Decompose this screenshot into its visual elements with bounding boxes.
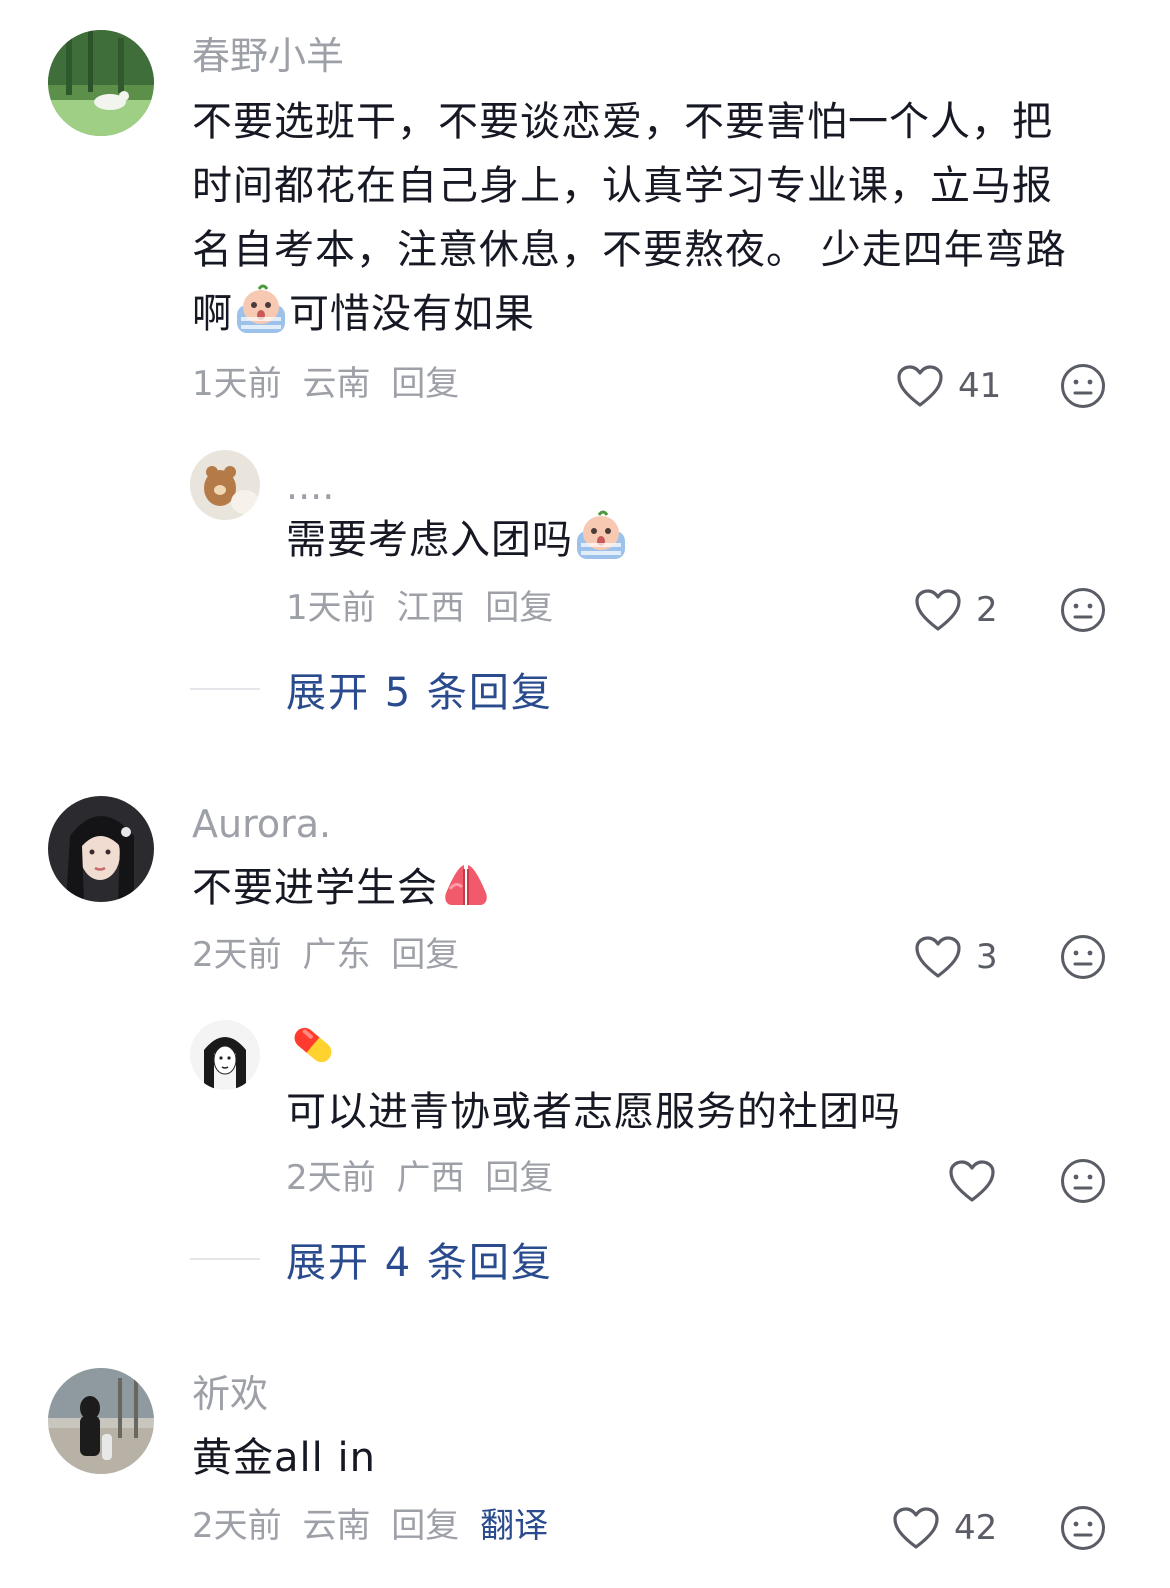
comment-time: 1天前: [286, 588, 376, 628]
comment-text-segment: 啊: [192, 291, 233, 337]
like-button[interactable]: 3: [914, 932, 998, 982]
reply-text: 需要考虑入团吗: [286, 508, 629, 580]
comment-time: 2天前: [192, 1506, 282, 1546]
like-button[interactable]: [948, 1156, 996, 1206]
like-count: 2: [976, 590, 998, 630]
comment-text-line: 名自考本，注意休息，不要熬夜。 少走四年弯路: [192, 227, 1067, 273]
heart-icon: [893, 1507, 939, 1549]
like-button[interactable]: 42: [892, 1503, 997, 1553]
reply-meta: 2天前 广西 回复: [286, 1158, 563, 1198]
reply-meta: 1天前 江西 回复: [286, 588, 563, 628]
comment-time: 2天前: [286, 1158, 376, 1198]
divider: [190, 688, 260, 690]
expand-replies-label: 展开 4 条回复: [286, 1240, 553, 1286]
like-button[interactable]: 41: [896, 361, 1001, 411]
reply-text-segment: 需要考虑入团吗: [286, 517, 573, 563]
comment-text-segment: 可惜没有如果: [289, 291, 535, 337]
like-button[interactable]: 2: [914, 585, 998, 635]
heart-icon: [915, 936, 961, 978]
avatar[interactable]: [190, 450, 260, 520]
comment-text-segment: 不要进学生会: [192, 865, 438, 911]
avatar[interactable]: [48, 30, 154, 136]
username[interactable]: ....: [286, 464, 334, 508]
comment-text-line: 不要选班干，不要谈恋爱，不要害怕一个人，把: [192, 99, 1053, 145]
expand-replies-button[interactable]: 展开 5 条回复: [190, 660, 553, 718]
comment-time: 1天前: [192, 364, 282, 404]
comment-location: 云南: [302, 364, 371, 404]
like-count: 42: [954, 1508, 998, 1548]
heart-icon: [915, 589, 961, 631]
reply-button[interactable]: 回复: [391, 1506, 459, 1546]
reply-button[interactable]: 回复: [391, 935, 459, 975]
pill-emoji: [286, 1018, 340, 1081]
neutral-face-icon[interactable]: [1060, 587, 1106, 633]
heart-icon: [897, 365, 943, 407]
username[interactable]: Aurora.: [192, 802, 331, 846]
comment-location: 广西: [396, 1158, 465, 1198]
neutral-face-icon[interactable]: [1060, 934, 1106, 980]
heart-icon: [949, 1160, 995, 1202]
username[interactable]: 春野小羊: [192, 34, 344, 78]
reply-button[interactable]: 回复: [485, 588, 553, 628]
username[interactable]: 祈欢: [192, 1372, 268, 1416]
comment-meta: 2天前 云南 回复 翻译: [192, 1506, 558, 1546]
crying-face-emoji: [573, 509, 629, 580]
expand-replies-label: 展开 5 条回复: [286, 670, 553, 716]
comment-text: 不要进学生会: [192, 856, 494, 928]
comment-location: 广东: [302, 935, 371, 975]
comment-text: 黄金all in: [192, 1435, 376, 1481]
comment-text: 不要选班干，不要谈恋爱，不要害怕一个人，把 时间都花在自己身上，认真学习专业课，…: [192, 90, 1122, 354]
reply-button[interactable]: 回复: [391, 364, 459, 404]
comment-location: 云南: [302, 1506, 371, 1546]
translate-button[interactable]: 翻译: [480, 1506, 548, 1546]
reply-button[interactable]: 回复: [485, 1158, 553, 1198]
avatar[interactable]: [190, 1020, 260, 1090]
avatar[interactable]: [48, 796, 154, 902]
like-count: 41: [958, 366, 1002, 406]
comment-meta: 1天前 云南 回复: [192, 364, 469, 404]
neutral-face-icon[interactable]: [1060, 363, 1106, 409]
comment-meta: 2天前 广东 回复: [192, 935, 469, 975]
reply-text: 可以进青协或者志愿服务的社团吗: [286, 1089, 901, 1135]
comment-text-line: 时间都花在自己身上，认真学习专业课，立马报: [192, 163, 1053, 209]
crying-face-emoji: [233, 283, 289, 354]
neutral-face-icon[interactable]: [1060, 1505, 1106, 1551]
avatar[interactable]: [48, 1368, 154, 1474]
praying-hands-emoji: [438, 859, 494, 928]
username[interactable]: [286, 1018, 340, 1081]
expand-replies-button[interactable]: 展开 4 条回复: [190, 1230, 553, 1288]
comment-location: 江西: [396, 588, 465, 628]
neutral-face-icon[interactable]: [1060, 1158, 1106, 1204]
comment-text-line: 啊 可惜没有如果: [192, 282, 1122, 354]
comment-time: 2天前: [192, 935, 282, 975]
like-count: 3: [976, 937, 998, 977]
divider: [190, 1258, 260, 1260]
